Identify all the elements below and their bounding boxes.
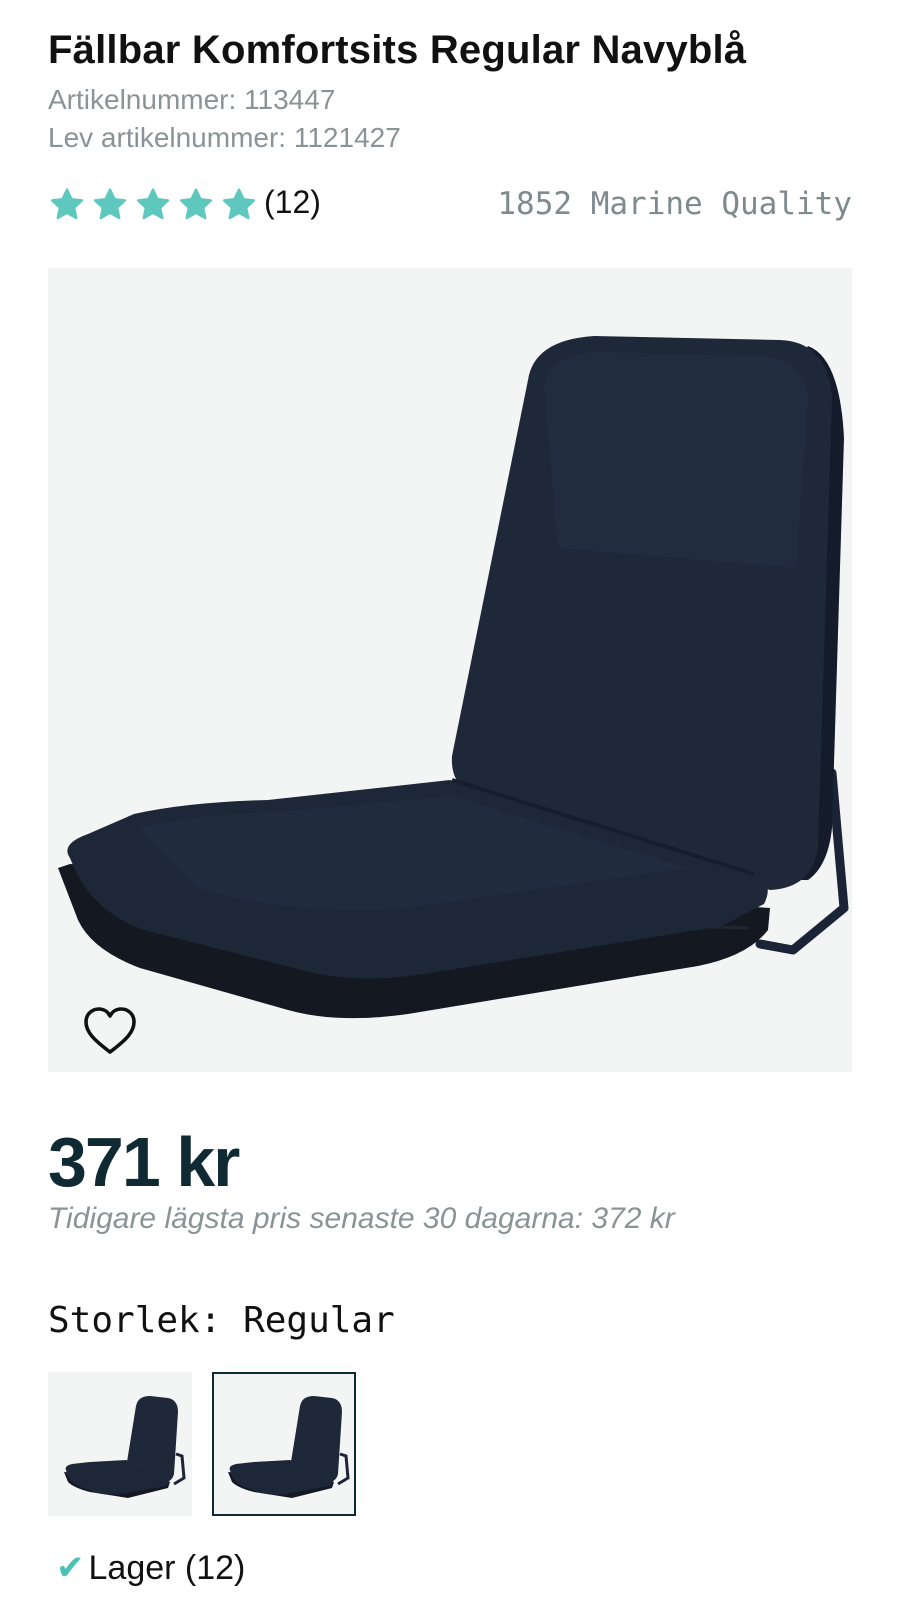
product-image[interactable] — [48, 268, 852, 1072]
product-title: Fällbar Komfortsits Regular Navyblå — [48, 28, 747, 72]
star-icon — [136, 188, 170, 220]
variant-selector — [48, 1372, 356, 1516]
star-icon — [222, 188, 256, 220]
seat-illustration — [58, 336, 849, 1019]
size-label: Storlek: Regular — [48, 1300, 395, 1341]
previous-lowest-price: Tidigare lägsta pris senaste 30 dagarna:… — [48, 1202, 675, 1235]
rating-stars[interactable] — [48, 186, 258, 224]
star-icon — [50, 188, 84, 220]
check-icon: ✔ — [56, 1549, 85, 1587]
variant-option-selected[interactable] — [212, 1372, 356, 1516]
price: 371 kr — [48, 1123, 240, 1201]
rating-row: (12) 1852 Marine Quality — [48, 180, 852, 230]
star-icon — [93, 188, 127, 220]
supplier-article-number: Lev artikelnummer: 1121427 — [48, 122, 401, 153]
article-number: Artikelnummer: 113447 — [48, 84, 336, 115]
variant-thumbnail — [64, 1396, 186, 1498]
review-count[interactable]: (12) — [264, 184, 321, 221]
brand-name[interactable]: 1852 Marine Quality — [497, 186, 852, 222]
favorite-button[interactable] — [82, 1006, 138, 1058]
heart-icon — [84, 1007, 136, 1054]
stock-text: Lager (12) — [88, 1549, 246, 1587]
stock-status: ✔ Lager (12) — [56, 1548, 245, 1588]
star-icon — [179, 188, 213, 220]
variant-thumbnail — [228, 1396, 350, 1498]
variant-option[interactable] — [48, 1372, 192, 1516]
